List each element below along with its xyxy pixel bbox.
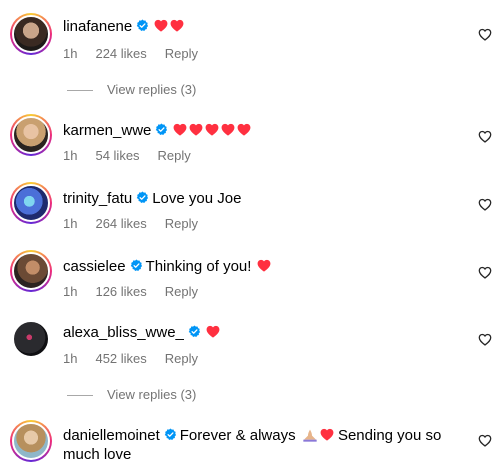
avatar[interactable]	[10, 114, 52, 156]
avatar[interactable]	[10, 318, 52, 360]
likes-count[interactable]: 224 likes	[95, 46, 146, 61]
red-heart-emoji	[154, 19, 168, 32]
comment-line: alexa_bliss_wwe_	[63, 322, 460, 343]
avatar[interactable]	[10, 13, 52, 55]
likes-count[interactable]: 264 likes	[95, 216, 146, 231]
red-heart-emoji	[170, 19, 184, 32]
comment-text: Forever & always	[179, 427, 296, 444]
likes-count[interactable]: 452 likes	[95, 351, 146, 366]
divider	[67, 90, 93, 92]
verified-badge-icon	[136, 191, 149, 204]
verified-badge-icon	[130, 259, 143, 272]
username[interactable]: cassielee	[63, 258, 126, 275]
reply-button[interactable]: Reply	[165, 351, 198, 366]
verified-badge-icon	[136, 19, 149, 32]
praying-hands-emoji	[303, 429, 317, 442]
username[interactable]: trinity_fatu	[63, 190, 132, 207]
verified-badge-icon	[188, 325, 201, 338]
comment-meta: 1h 54 likes Reply	[63, 148, 209, 163]
view-replies-button[interactable]: View replies (3)	[67, 387, 196, 402]
red-heart-emoji	[206, 325, 220, 338]
verified-badge-icon	[155, 123, 168, 136]
comment-line: cassielee Thinking of you!	[63, 256, 460, 277]
heart-outline-icon[interactable]	[478, 434, 492, 447]
comment-text: Love you Joe	[152, 190, 242, 207]
comment-line: daniellemoinet Forever & always Sending y…	[63, 426, 460, 464]
heart-outline-icon[interactable]	[478, 333, 492, 346]
red-heart-emoji	[205, 123, 219, 136]
comment-time: 1h	[63, 46, 78, 61]
red-heart-emoji	[237, 123, 251, 136]
red-heart-emoji	[189, 123, 203, 136]
heart-outline-icon[interactable]	[478, 266, 492, 279]
username[interactable]: alexa_bliss_wwe_	[63, 324, 184, 341]
comment-line: linafanene	[63, 16, 460, 37]
avatar[interactable]	[10, 182, 52, 224]
comment-time: 1h	[63, 351, 78, 366]
red-heart-emoji	[221, 123, 235, 136]
comment-meta: 1h 126 likes Reply	[63, 284, 216, 299]
heart-outline-icon[interactable]	[478, 198, 492, 211]
likes-count[interactable]: 54 likes	[95, 148, 139, 163]
red-heart-emoji	[173, 123, 187, 136]
reply-button[interactable]: Reply	[165, 46, 198, 61]
comment-time: 1h	[63, 284, 78, 299]
reply-button[interactable]: Reply	[158, 148, 191, 163]
comment-meta: 1h 452 likes Reply	[63, 351, 216, 366]
divider	[67, 395, 93, 397]
reply-button[interactable]: Reply	[165, 284, 198, 299]
username[interactable]: karmen_wwe	[63, 122, 151, 139]
avatar[interactable]	[10, 420, 52, 462]
red-heart-emoji	[320, 428, 334, 441]
view-replies-label: View replies (3)	[107, 82, 197, 97]
likes-count[interactable]: 126 likes	[95, 284, 146, 299]
comment-meta: 1h 224 likes Reply	[63, 46, 216, 61]
view-replies-label: View replies (3)	[107, 387, 197, 402]
verified-badge-icon	[164, 428, 177, 441]
avatar[interactable]	[10, 250, 52, 292]
comment-line: trinity_fatu Love you Joe	[63, 188, 460, 209]
username[interactable]: daniellemoinet	[63, 427, 160, 444]
comment-time: 1h	[63, 148, 78, 163]
heart-outline-icon[interactable]	[478, 28, 492, 41]
comment-line: karmen_wwe	[63, 120, 460, 141]
view-replies-button[interactable]: View replies (3)	[67, 82, 196, 97]
red-heart-emoji	[257, 259, 271, 272]
comment-text: Thinking of you!	[145, 258, 252, 275]
comment-meta: 1h 264 likes Reply	[63, 216, 216, 231]
reply-button[interactable]: Reply	[165, 216, 198, 231]
username[interactable]: linafanene	[63, 18, 132, 35]
comment-time: 1h	[63, 216, 78, 231]
heart-outline-icon[interactable]	[478, 130, 492, 143]
